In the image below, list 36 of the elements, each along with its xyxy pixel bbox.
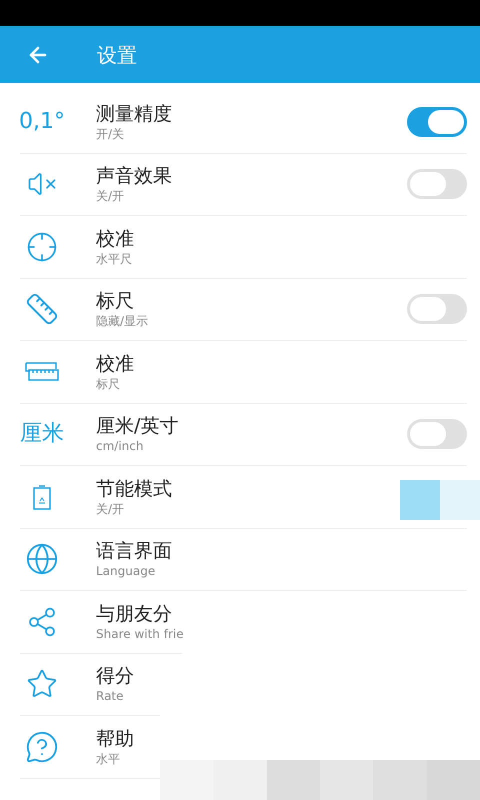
battery-icon: [33, 484, 51, 510]
setting-subtitle: 关/开: [96, 500, 126, 517]
ruler-pair-icon: [25, 362, 59, 382]
setting-subtitle: cm/inch: [96, 438, 144, 454]
setting-title: 声音效果: [96, 164, 173, 188]
crosshair-icon: [26, 230, 58, 263]
setting-title: 校准: [96, 352, 135, 376]
setting-subtitle: Rate: [96, 688, 125, 704]
ruler-icon: [25, 292, 59, 326]
share-icon: [26, 606, 58, 638]
globe-icon: [25, 542, 59, 576]
setting-subtitle: 水平: [96, 750, 121, 767]
setting-subtitle: 标尺: [96, 376, 121, 392]
setting-title: 节能模式: [96, 476, 173, 501]
setting-subtitle: 水平尺: [96, 250, 133, 267]
setting-subtitle: Language: [96, 563, 156, 580]
toggle-switch[interactable]: [407, 106, 467, 137]
setting-title: 标尺: [96, 289, 135, 314]
setting-title: 语言界面: [96, 539, 173, 564]
setting-title: 帮助: [96, 726, 135, 751]
setting-title: 校准: [96, 226, 135, 251]
toggle-switch[interactable]: [407, 294, 467, 324]
help-icon: [25, 730, 59, 764]
setting-subtitle: 关/开: [96, 188, 126, 204]
setting-title: 厘米/英寸: [96, 414, 180, 438]
toggle-switch[interactable]: [407, 419, 467, 450]
toggle-switch[interactable]: [407, 169, 467, 200]
setting-title: 与朋友分: [96, 602, 173, 626]
setting-subtitle: 开/关: [96, 126, 126, 142]
setting-subtitle: 隐藏/显示: [96, 313, 150, 330]
setting-title: 得分: [96, 664, 135, 688]
icon-label: 0,1°: [19, 110, 65, 133]
setting-subtitle: Share with frie: [96, 626, 185, 642]
page-title: 设置: [97, 42, 137, 68]
setting-title: 测量精度: [96, 102, 173, 126]
icon-label: 厘米: [20, 423, 64, 446]
